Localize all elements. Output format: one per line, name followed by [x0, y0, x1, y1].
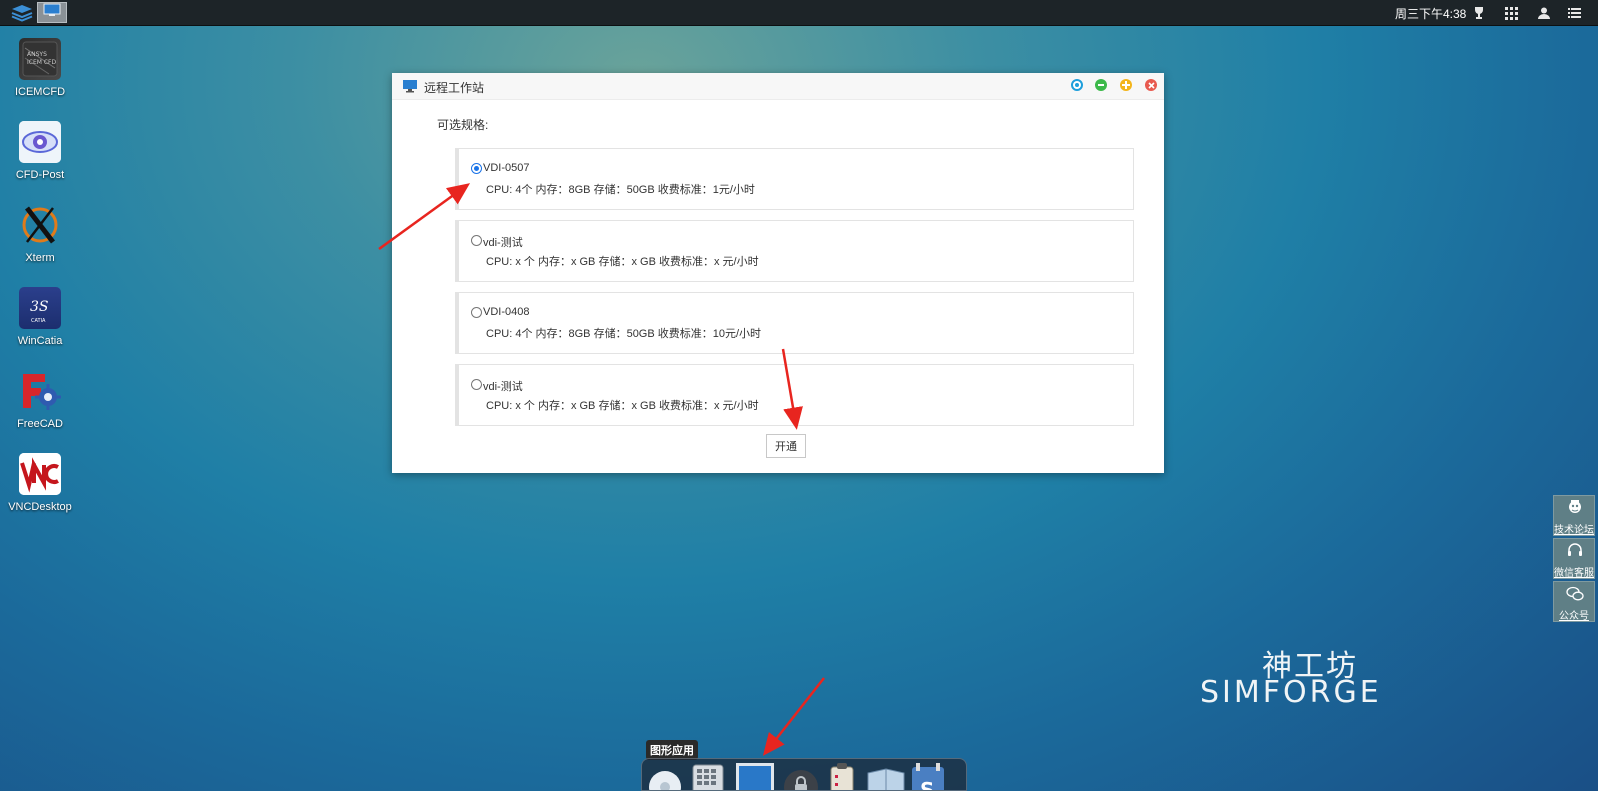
desktop-icon-xterm[interactable]: Xterm — [0, 204, 80, 282]
spec-name: vdi-测试 — [483, 381, 523, 393]
desktop-icon-label: Xterm — [25, 252, 55, 264]
monitor-icon[interactable] — [734, 763, 774, 790]
side-item-wechat-service[interactable]: 微信客服 — [1553, 538, 1595, 579]
grid-icon[interactable] — [1503, 5, 1519, 21]
app-dock: S — [641, 758, 967, 791]
desktop-icon-label: CFD-Post — [15, 169, 65, 181]
desktop-icon-label: WinCatia — [17, 335, 63, 347]
headset-icon — [1566, 542, 1584, 560]
maximize-button[interactable] — [1120, 79, 1132, 91]
svg-text:ICEM CFD: ICEM CFD — [27, 59, 56, 66]
close-icon — [1147, 81, 1155, 89]
minus-icon — [1098, 84, 1104, 86]
side-item-official-account[interactable]: 公众号 — [1553, 581, 1595, 622]
spec-name: VDI-0408 — [483, 306, 530, 318]
spec-name: vdi-测试 — [483, 237, 523, 249]
side-item-forum[interactable]: 技术论坛 — [1553, 495, 1595, 536]
side-item-label: 技术论坛 — [1554, 525, 1594, 536]
taskbar-remote-workstation[interactable] — [37, 2, 67, 23]
desktop-icon-label: VNCDesktop — [8, 501, 72, 513]
window-titlebar[interactable]: 远程工作站 — [392, 73, 1164, 100]
spec-radio[interactable] — [471, 235, 482, 246]
spec-radio[interactable] — [471, 379, 482, 390]
clipboard-icon[interactable] — [827, 763, 867, 790]
eye-icon — [19, 121, 61, 163]
dock-tooltip: 图形应用 — [646, 740, 698, 760]
restore-button[interactable] — [1071, 79, 1083, 91]
desktop-icon-freecad[interactable]: FreeCAD — [0, 370, 80, 448]
minimize-button[interactable] — [1095, 79, 1107, 91]
desktop-icon-label: ICEMCFD — [14, 86, 66, 98]
spec-desc: CPU: 4个 内存：8GB 存储：50GB 收费标准：1元/小时 — [486, 184, 755, 196]
spec-radio[interactable] — [471, 307, 482, 318]
spec-radio[interactable] — [471, 163, 482, 174]
desktop-icon-cfd-post[interactable]: CFD-Post — [0, 121, 80, 199]
freecad-icon — [19, 370, 61, 412]
remote-workstation-window: 远程工作站 可选规格: VDI-0507 CPU: 4个 内存：8GB 存储：5… — [392, 73, 1164, 473]
plus-icon — [1122, 81, 1130, 89]
clock: 周三下午4:38 — [1395, 7, 1467, 21]
vnc-icon — [19, 453, 61, 495]
disc-icon[interactable] — [645, 763, 685, 790]
spec-desc: CPU: x 个 内存：x GB 存储：x GB 收费标准：x 元/小时 — [486, 256, 759, 268]
monitor-icon — [43, 3, 61, 22]
svg-text:S: S — [920, 778, 934, 791]
spec-option[interactable]: VDI-0408 CPU: 4个 内存：8GB 存储：50GB 收费标准：10元… — [455, 292, 1134, 354]
svg-text:3S: 3S — [30, 299, 49, 315]
user-icon[interactable] — [1536, 5, 1552, 21]
spec-option[interactable]: vdi-测试 CPU: x 个 内存：x GB 存储：x GB 收费标准：x 元… — [455, 220, 1134, 282]
icemcfd-icon: ANSYS ICEM CFD — [19, 38, 61, 80]
catia-icon: 3S CATIA — [19, 287, 61, 329]
arrow-to-dock — [762, 677, 825, 756]
lock-icon[interactable] — [783, 769, 823, 790]
desktop-icon-label: FreeCAD — [17, 418, 63, 430]
spec-option[interactable]: VDI-0507 CPU: 4个 内存：8GB 存储：50GB 收费标准：1元/… — [455, 148, 1134, 210]
window-title: 远程工作站 — [424, 81, 485, 95]
calculator-icon[interactable] — [691, 763, 731, 790]
book-icon[interactable] — [866, 763, 906, 790]
top-taskbar: 周三下午4:38 — [0, 0, 1598, 26]
wechat-icon — [1566, 585, 1584, 603]
svg-text:CATIA: CATIA — [31, 318, 46, 324]
desktop-icon-vncdesktop[interactable]: VNCDesktop — [0, 453, 80, 531]
spec-desc: CPU: 4个 内存：8GB 存储：50GB 收费标准：10元/小时 — [486, 328, 762, 340]
spec-name: VDI-0507 — [483, 162, 530, 174]
desktop-icon-wincatia[interactable]: 3S CATIA WinCatia — [0, 287, 80, 365]
x-logo-icon — [19, 204, 61, 246]
spec-option[interactable]: vdi-测试 CPU: x 个 内存：x GB 存储：x GB 收费标准：x 元… — [455, 364, 1134, 426]
side-item-label: 公众号 — [1559, 611, 1589, 622]
close-button[interactable] — [1145, 79, 1157, 91]
spec-label: 可选规格: — [437, 118, 489, 132]
target-icon — [1075, 83, 1079, 87]
spec-desc: CPU: x 个 内存：x GB 存储：x GB 收费标准：x 元/小时 — [486, 400, 759, 412]
brand-name-en: SIMFORGE — [1200, 675, 1382, 710]
svg-text:ANSYS: ANSYS — [27, 51, 47, 58]
open-button[interactable]: 开通 — [766, 434, 806, 458]
monitor-icon — [402, 78, 418, 94]
menu-icon[interactable] — [1566, 5, 1582, 21]
forum-icon — [1566, 499, 1584, 517]
layers-icon[interactable] — [8, 3, 36, 23]
side-item-label: 微信客服 — [1554, 568, 1594, 579]
s-app-icon[interactable]: S — [910, 763, 950, 791]
trophy-icon[interactable] — [1471, 5, 1487, 21]
desktop-icon-icemcfd[interactable]: ANSYS ICEM CFD ICEMCFD — [0, 38, 80, 116]
